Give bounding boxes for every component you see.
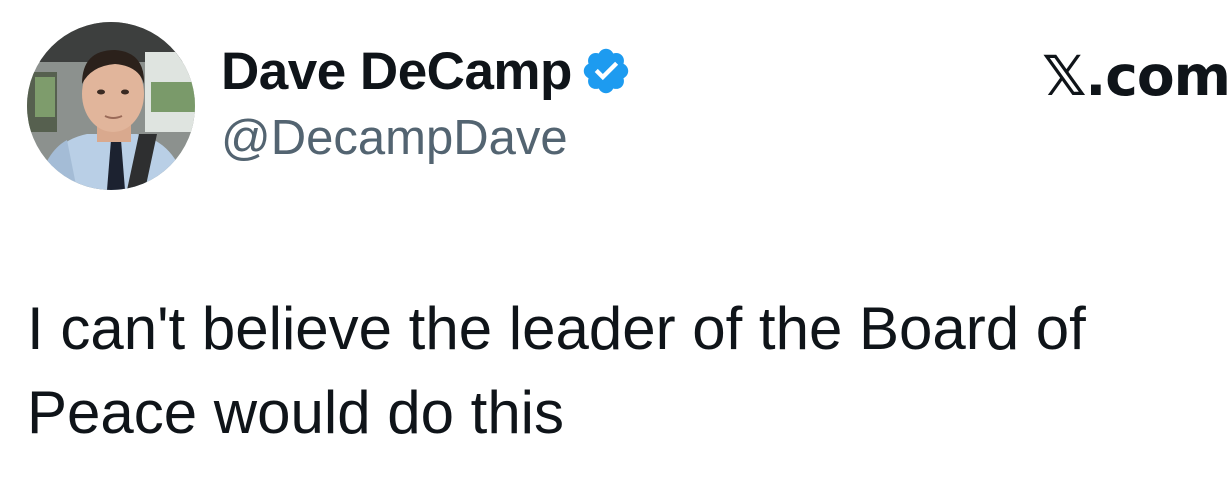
- author-block: Dave DeCamp @DecampDave: [221, 40, 632, 166]
- avatar[interactable]: [27, 22, 195, 190]
- name-row: Dave DeCamp: [221, 40, 632, 102]
- tweet-card: Dave DeCamp @DecampDave 𝕏.com I can't be…: [0, 0, 1230, 490]
- verified-badge-icon: [583, 48, 629, 94]
- x-logo: 𝕏.com: [1042, 44, 1230, 108]
- tweet-text: I can't believe the leader of the Board …: [27, 295, 1086, 446]
- profile-photo-icon: [27, 22, 195, 190]
- author-display-name[interactable]: Dave DeCamp: [221, 41, 572, 102]
- author-handle[interactable]: @DecampDave: [221, 110, 632, 166]
